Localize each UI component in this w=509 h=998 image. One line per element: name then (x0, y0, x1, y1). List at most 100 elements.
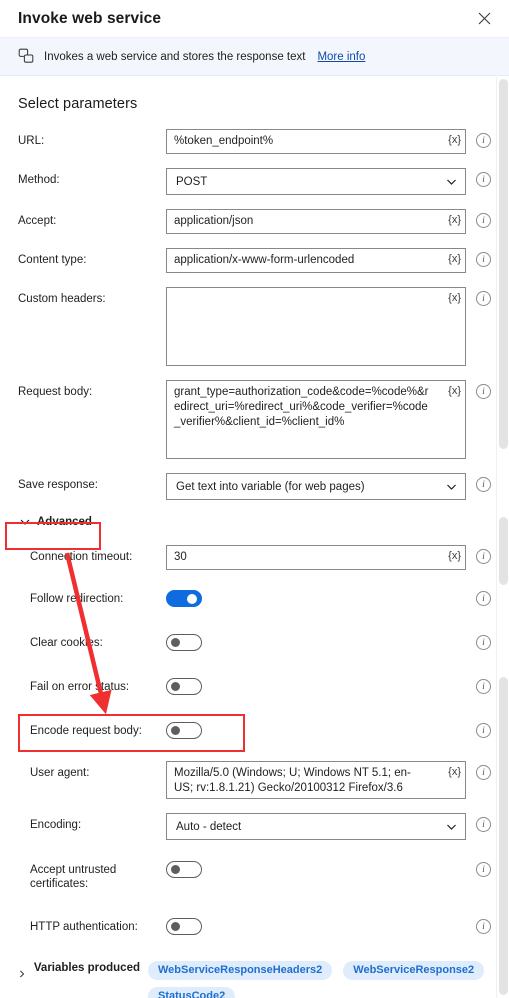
info-icon[interactable]: i (476, 252, 491, 267)
advanced-expander[interactable]: Advanced (18, 513, 94, 531)
follow-redirection-label: Follow redirection: (30, 593, 124, 605)
variable-pill[interactable]: WebServiceResponse2 (343, 961, 485, 980)
info-icon[interactable]: i (476, 213, 491, 228)
field-row-connection-timeout: Connection timeout: 30 {x} i (0, 545, 509, 570)
chevron-down-icon (20, 517, 30, 527)
save-response-select[interactable]: Get text into variable (for web pages) (166, 473, 466, 500)
url-input[interactable]: %token_endpoint% {x} (166, 129, 466, 154)
info-icon[interactable]: i (476, 133, 491, 148)
variable-picker-icon[interactable]: {x} (448, 213, 461, 227)
clear-cookies-toggle[interactable] (166, 634, 202, 651)
variable-pill[interactable]: WebServiceResponseHeaders2 (148, 961, 333, 980)
info-icon[interactable]: i (476, 591, 491, 606)
field-row-content-type: Content type: application/x-www-form-url… (0, 248, 509, 273)
dialog-header: Invoke web service (0, 0, 509, 37)
toggle-knob (171, 726, 180, 735)
info-icon[interactable]: i (476, 635, 491, 650)
scrollbar-thumb[interactable] (499, 79, 508, 449)
user-agent-input[interactable]: Mozilla/5.0 (Windows; U; Windows NT 5.1;… (166, 761, 466, 799)
encoding-value: Auto - detect (176, 820, 242, 833)
vertical-scrollbar[interactable] (496, 77, 509, 998)
info-icon[interactable]: i (476, 477, 491, 492)
info-banner-text: Invokes a web service and stores the res… (44, 50, 306, 63)
more-info-link[interactable]: More info (317, 51, 365, 63)
toggle-knob (187, 593, 197, 604)
info-icon[interactable]: i (476, 384, 491, 399)
follow-redirection-toggle[interactable] (166, 590, 202, 607)
variable-pill[interactable]: StatusCode2 (148, 987, 236, 998)
info-icon[interactable]: i (476, 172, 491, 187)
field-row-http-authentication: HTTP authentication: i (0, 915, 509, 935)
toggle-knob (171, 682, 180, 691)
chevron-right-icon[interactable] (18, 965, 26, 978)
field-row-request-body: Request body: grant_type=authorization_c… (0, 380, 509, 459)
http-authentication-label: HTTP authentication: (30, 921, 138, 933)
web-service-icon (18, 48, 35, 65)
content-type-label: Content type: (18, 254, 87, 266)
info-banner: Invokes a web service and stores the res… (0, 37, 509, 76)
save-response-label: Save response: (18, 479, 98, 491)
variables-produced-list: WebServiceResponseHeaders2 WebServiceRes… (148, 961, 491, 998)
encoding-select[interactable]: Auto - detect (166, 813, 466, 840)
field-row-encoding: Encoding: Auto - detect i (0, 813, 509, 840)
info-icon[interactable]: i (476, 765, 491, 780)
close-icon[interactable] (471, 6, 497, 32)
fail-on-error-status-toggle[interactable] (166, 678, 202, 695)
content-type-input[interactable]: application/x-www-form-urlencoded {x} (166, 248, 466, 273)
accept-untrusted-certificates-label: Accept untrusted certificates: (30, 864, 117, 890)
info-icon[interactable]: i (476, 291, 491, 306)
url-value: %token_endpoint% (174, 135, 274, 147)
connection-timeout-input[interactable]: 30 {x} (166, 545, 466, 570)
variable-picker-icon[interactable]: {x} (448, 291, 461, 305)
variable-picker-icon[interactable]: {x} (448, 765, 461, 779)
clear-cookies-label: Clear cookies: (30, 637, 103, 649)
scrollbar-thumb-tertiary[interactable] (499, 677, 508, 995)
parameters-scroll-region[interactable]: Select parameters URL: %token_endpoint% … (0, 77, 509, 998)
field-row-user-agent: User agent: Mozilla/5.0 (Windows; U; Win… (0, 761, 509, 799)
info-icon[interactable]: i (476, 679, 491, 694)
info-icon[interactable]: i (476, 862, 491, 877)
user-agent-label: User agent: (30, 767, 90, 779)
request-body-value: grant_type=authorization_code&code=%code… (174, 386, 429, 428)
scrollbar-thumb-secondary[interactable] (499, 517, 508, 585)
field-row-save-response: Save response: Get text into variable (f… (0, 473, 509, 500)
http-authentication-toggle[interactable] (166, 918, 202, 935)
field-row-encode-request-body: Encode request body: i (0, 719, 509, 739)
field-row-accept: Accept: application/json {x} i (0, 209, 509, 234)
method-value: POST (176, 175, 208, 188)
info-icon[interactable]: i (476, 549, 491, 564)
chevron-down-icon (446, 481, 457, 492)
info-icon[interactable]: i (476, 723, 491, 738)
field-row-url: URL: %token_endpoint% {x} i (0, 129, 509, 154)
variable-picker-icon[interactable]: {x} (448, 549, 461, 563)
toggle-knob (171, 865, 180, 874)
variable-picker-icon[interactable]: {x} (448, 133, 461, 147)
custom-headers-input[interactable]: {x} (166, 287, 466, 366)
url-label: URL: (18, 135, 45, 147)
accept-input[interactable]: application/json {x} (166, 209, 466, 234)
fail-on-error-status-label: Fail on error status: (30, 681, 130, 693)
section-title: Select parameters (18, 96, 138, 112)
chevron-down-icon (446, 821, 457, 832)
encode-request-body-toggle[interactable] (166, 722, 202, 739)
connection-timeout-label: Connection timeout: (30, 551, 133, 563)
content-type-value: application/x-www-form-urlencoded (174, 254, 355, 266)
chevron-down-icon (446, 176, 457, 187)
encoding-label: Encoding: (30, 819, 82, 831)
toggle-knob (171, 922, 180, 931)
variable-picker-icon[interactable]: {x} (448, 384, 461, 398)
user-agent-value: Mozilla/5.0 (Windows; U; Windows NT 5.1;… (174, 767, 411, 794)
advanced-label: Advanced (37, 516, 92, 528)
method-select[interactable]: POST (166, 168, 466, 195)
field-row-accept-untrusted-certificates: Accept untrusted certificates: i (0, 858, 509, 891)
field-row-clear-cookies: Clear cookies: i (0, 631, 509, 651)
custom-headers-label: Custom headers: (18, 293, 106, 305)
field-row-fail-on-error-status: Fail on error status: i (0, 675, 509, 695)
field-row-method: Method: POST i (0, 168, 509, 195)
info-icon[interactable]: i (476, 817, 491, 832)
variable-picker-icon[interactable]: {x} (448, 252, 461, 266)
accept-untrusted-certificates-toggle[interactable] (166, 861, 202, 878)
info-icon[interactable]: i (476, 919, 491, 934)
field-row-custom-headers: Custom headers: {x} i (0, 287, 509, 366)
request-body-input[interactable]: grant_type=authorization_code&code=%code… (166, 380, 466, 459)
